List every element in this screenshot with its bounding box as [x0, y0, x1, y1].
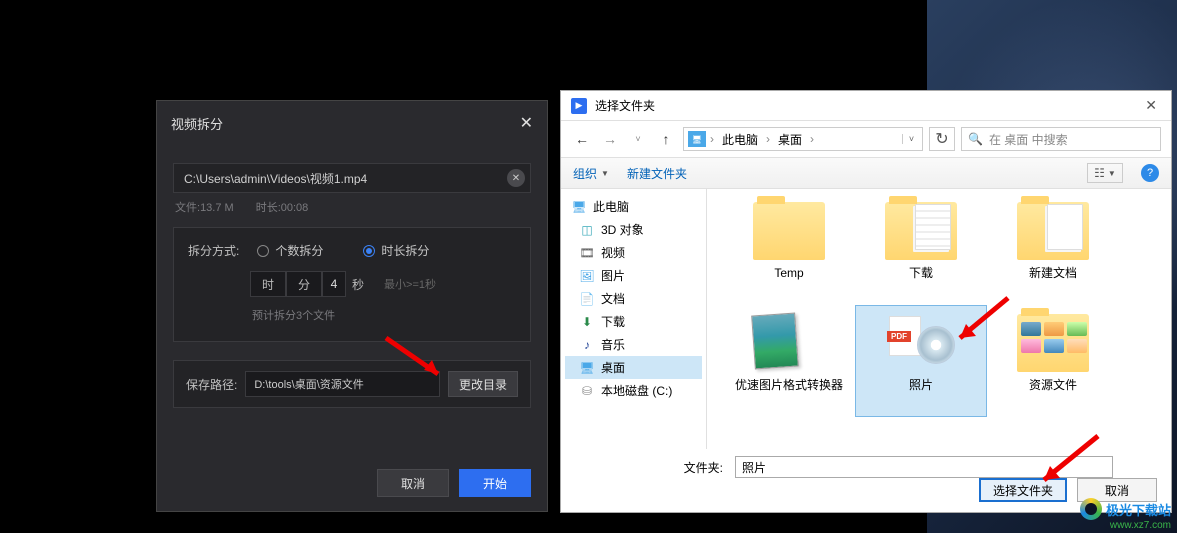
chevron-right-icon[interactable]: › [764, 132, 772, 146]
pc-icon: 🖥 [571, 200, 587, 214]
address-dropdown-icon[interactable]: ˅ [902, 134, 920, 144]
breadcrumb-desktop[interactable]: 桌面 [774, 129, 806, 150]
nav-row: ← → ˅ ↑ 🖥 › 此电脑 › 桌面 › ˅ ↻ 🔍 在 桌面 中搜索 [561, 121, 1171, 157]
tree-downloads[interactable]: ⬇下载 [565, 310, 702, 333]
cancel-button[interactable]: 取消 [377, 469, 449, 497]
file-grid: Temp 下载 新建文档 优速图片格式转换器 照片 [707, 189, 1171, 449]
up-button[interactable]: ↑ [655, 128, 677, 150]
picture-icon: 🖼 [579, 269, 595, 283]
tree-desktop[interactable]: 🖥桌面 [565, 356, 702, 379]
search-icon: 🔍 [968, 132, 983, 146]
app-icon: ▶ [571, 98, 587, 114]
file-path-row: ✕ [173, 163, 531, 193]
watermark: 极光下载站 www.xz7.com [1080, 498, 1171, 531]
folder-converter[interactable]: 优速图片格式转换器 [723, 305, 855, 417]
minute-input[interactable]: 分 [286, 271, 322, 297]
tree-pc[interactable]: 🖥此电脑 [565, 195, 702, 218]
breadcrumb-pc[interactable]: 此电脑 [718, 129, 762, 150]
desktop-icon: 🖥 [579, 361, 595, 375]
folder-newdoc[interactable]: 新建文档 [987, 193, 1119, 305]
folder-photos[interactable]: 照片 [855, 305, 987, 417]
tree-music[interactable]: ♪音乐 [565, 333, 702, 356]
recent-drop-icon[interactable]: ˅ [627, 128, 649, 150]
video-split-dialog: 视频拆分 ✕ ✕ 文件:13.7 M 时长:00:08 拆分方式: 个数拆分 时… [156, 100, 548, 512]
help-icon[interactable]: ? [1141, 164, 1159, 182]
dialog-header: 视频拆分 ✕ [157, 101, 547, 145]
forward-button[interactable]: → [599, 128, 621, 150]
tree-3d[interactable]: ◫3D 对象 [565, 218, 702, 241]
seconds-value[interactable]: 4 [322, 271, 346, 297]
close-icon[interactable]: ✕ [1139, 97, 1163, 114]
start-button[interactable]: 开始 [459, 469, 531, 497]
video-icon: 🎞 [579, 246, 595, 260]
new-folder-button[interactable]: 新建文件夹 [627, 165, 687, 182]
file-info: 文件:13.7 M 时长:00:08 [175, 199, 529, 215]
chevron-down-icon: ▼ [601, 169, 609, 178]
logo-icon [1080, 498, 1102, 520]
min-hint: 最小>=1秒 [384, 276, 436, 292]
save-path-row: 保存路径: 更改目录 [173, 360, 531, 408]
hour-input[interactable]: 时 [250, 271, 286, 297]
folder-icon [753, 202, 825, 260]
tree-disk-c[interactable]: ⛁本地磁盘 (C:) [565, 379, 702, 402]
split-method-label: 拆分方式: [188, 242, 239, 259]
dialog-footer: 取消 开始 [377, 469, 531, 497]
close-icon[interactable]: ✕ [520, 113, 533, 133]
tree-documents[interactable]: 📄文档 [565, 287, 702, 310]
file-path-input[interactable] [174, 171, 502, 185]
folder-name-label: 文件夹: [561, 459, 727, 476]
refresh-button[interactable]: ↻ [929, 127, 955, 151]
search-placeholder: 在 桌面 中搜索 [989, 131, 1068, 148]
folder-downloads[interactable]: 下载 [855, 193, 987, 305]
cube-icon: ◫ [579, 223, 595, 237]
folder-resources[interactable]: 资源文件 [987, 305, 1119, 417]
chevron-right-icon[interactable]: › [708, 132, 716, 146]
folder-icon [885, 314, 957, 372]
split-options-panel: 拆分方式: 个数拆分 时长拆分 时 分 4 秒 最小>=1秒 预计拆分3个文件 [173, 227, 531, 342]
radio-time-split[interactable]: 时长拆分 [363, 242, 429, 259]
folder-icon [1017, 202, 1089, 260]
organize-menu[interactable]: 组织 ▼ [573, 165, 609, 182]
main-area: 🖥此电脑 ◫3D 对象 🎞视频 🖼图片 📄文档 ⬇下载 ♪音乐 🖥桌面 ⛁本地磁… [561, 189, 1171, 449]
folder-icon [885, 202, 957, 260]
folder-icon [1017, 314, 1089, 372]
dialog-title: 选择文件夹 [595, 97, 655, 114]
tree-pictures[interactable]: 🖼图片 [565, 264, 702, 287]
address-bar[interactable]: 🖥 › 此电脑 › 桌面 › ˅ [683, 127, 923, 151]
pc-icon: 🖥 [688, 131, 706, 147]
change-dir-button[interactable]: 更改目录 [448, 371, 518, 397]
music-icon: ♪ [579, 338, 595, 352]
image-thumb-icon [753, 314, 825, 372]
folder-name-input[interactable] [735, 456, 1113, 478]
clear-path-button[interactable]: ✕ [502, 164, 530, 192]
seconds-unit: 秒 [346, 276, 374, 293]
select-folder-button[interactable]: 选择文件夹 [979, 478, 1067, 502]
dialog-title: 视频拆分 [171, 114, 223, 133]
toolbar: 组织 ▼ 新建文件夹 ☷ ▼ ? [561, 157, 1171, 189]
save-path-label: 保存路径: [186, 376, 237, 393]
chevron-right-icon[interactable]: › [808, 132, 816, 146]
estimate-text: 预计拆分3个文件 [252, 307, 516, 323]
search-input[interactable]: 🔍 在 桌面 中搜索 [961, 127, 1161, 151]
download-icon: ⬇ [579, 315, 595, 329]
radio-count-split[interactable]: 个数拆分 [257, 242, 323, 259]
time-input-row: 时 分 4 秒 最小>=1秒 [250, 271, 516, 297]
nav-tree: 🖥此电脑 ◫3D 对象 🎞视频 🖼图片 📄文档 ⬇下载 ♪音乐 🖥桌面 ⛁本地磁… [561, 189, 707, 449]
folder-picker-dialog: ▶ 选择文件夹 ✕ ← → ˅ ↑ 🖥 › 此电脑 › 桌面 › ˅ ↻ 🔍 在… [560, 90, 1172, 513]
back-button[interactable]: ← [571, 128, 593, 150]
folder-temp[interactable]: Temp [723, 193, 855, 305]
radio-icon [363, 245, 375, 257]
radio-icon [257, 245, 269, 257]
disk-icon: ⛁ [579, 384, 595, 398]
dialog-titlebar: ▶ 选择文件夹 ✕ [561, 91, 1171, 121]
document-icon: 📄 [579, 292, 595, 306]
save-path-input[interactable] [245, 371, 440, 397]
view-mode-button[interactable]: ☷ ▼ [1087, 163, 1123, 183]
tree-video[interactable]: 🎞视频 [565, 241, 702, 264]
